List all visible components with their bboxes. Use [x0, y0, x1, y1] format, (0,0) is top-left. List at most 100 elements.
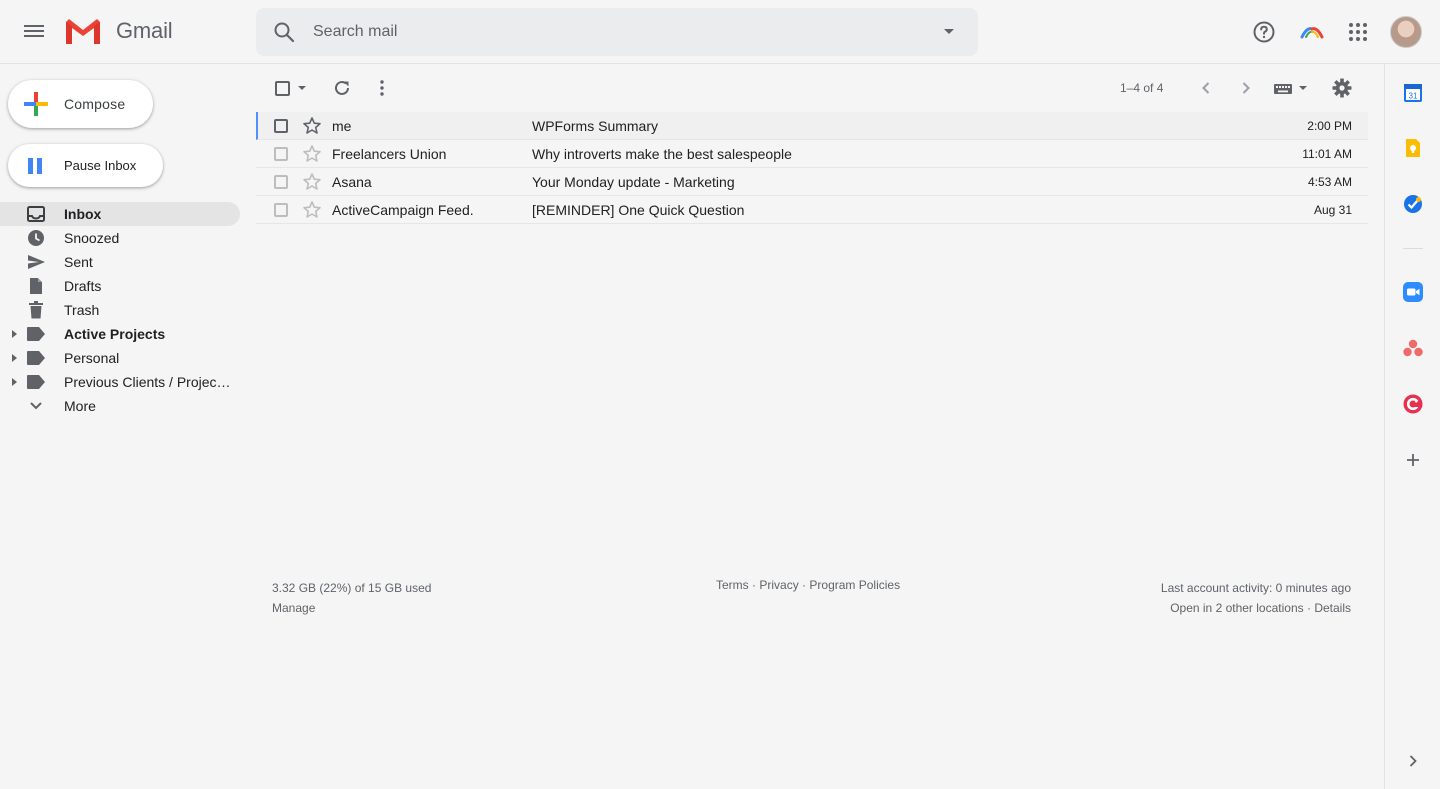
- row-checkbox[interactable]: [274, 175, 288, 189]
- footer-links: Terms · Privacy · Program Policies: [716, 578, 900, 592]
- sidebar-item-snoozed[interactable]: Snoozed: [0, 226, 240, 250]
- sidebar-item-personal[interactable]: Personal: [0, 346, 240, 370]
- sidebar-item-drafts[interactable]: Drafts: [0, 274, 240, 298]
- panel-divider: [1403, 248, 1423, 249]
- star-icon[interactable]: [302, 144, 322, 164]
- search-input[interactable]: Search mail: [313, 23, 397, 41]
- help-icon[interactable]: [1250, 18, 1278, 46]
- sidebar-item-label: Sent: [64, 254, 93, 270]
- email-row[interactable]: me WPForms Summary 2:00 PM: [256, 112, 1368, 140]
- pagination-count[interactable]: 1–4 of 4: [1120, 81, 1163, 95]
- sidebar-item-trash[interactable]: Trash: [0, 298, 240, 322]
- label-icon: [26, 373, 46, 391]
- clockify-icon[interactable]: [1401, 392, 1425, 416]
- email-subject: Why introverts make the best salespeople: [532, 146, 792, 162]
- email-time: 2:00 PM: [1307, 119, 1352, 133]
- draft-icon: [26, 277, 46, 295]
- compose-plus-icon: [24, 92, 48, 116]
- select-all-checkbox[interactable]: [270, 76, 294, 100]
- sidebar-item-more[interactable]: More: [0, 394, 240, 418]
- zoom-icon[interactable]: [1401, 280, 1425, 304]
- app-name: Gmail: [116, 18, 173, 43]
- expand-arrow-icon[interactable]: [12, 378, 17, 386]
- sidebar-item-previous-clients[interactable]: Previous Clients / Projec…: [0, 370, 240, 394]
- email-subject: [REMINDER] One Quick Question: [532, 202, 745, 218]
- email-time: 4:53 AM: [1307, 175, 1352, 189]
- last-activity-text: Last account activity: 0 minutes ago: [1160, 581, 1351, 595]
- send-icon: [26, 253, 46, 271]
- row-checkbox[interactable]: [274, 119, 288, 133]
- clock-icon: [26, 229, 46, 247]
- sidebar-item-active-projects[interactable]: Active Projects: [0, 322, 240, 346]
- list-toolbar: 1–4 of 4: [256, 64, 1384, 112]
- email-sender: Asana: [332, 174, 372, 190]
- sidebar-item-label: Inbox: [64, 206, 102, 222]
- email-time: 11:01 AM: [1302, 147, 1352, 161]
- sidebar-item-label: Snoozed: [64, 230, 120, 246]
- row-checkbox[interactable]: [274, 203, 288, 217]
- top-bar: Gmail Search mail: [0, 0, 1440, 64]
- manage-storage-link[interactable]: Manage: [272, 598, 431, 618]
- details-link[interactable]: Details: [1314, 601, 1351, 615]
- older-page-icon[interactable]: [1234, 76, 1258, 100]
- terms-link[interactable]: Terms: [716, 578, 749, 592]
- compose-label: Compose: [64, 96, 126, 112]
- search-options-icon[interactable]: [944, 29, 954, 34]
- email-row[interactable]: Freelancers Union Why introverts make th…: [256, 140, 1368, 168]
- main-menu-icon[interactable]: [24, 22, 48, 42]
- tasks-icon[interactable]: [1401, 192, 1425, 216]
- gmail-m-icon: [66, 19, 100, 44]
- side-panel: 31: [1384, 64, 1440, 789]
- folder-nav: Inbox Snoozed Sent Drafts Trash Active P…: [0, 202, 256, 418]
- storage-usage: 3.32 GB (22%) of 15 GB used: [272, 581, 432, 595]
- star-icon[interactable]: [302, 172, 322, 192]
- email-row[interactable]: Asana Your Monday update - Marketing 4:5…: [256, 168, 1368, 196]
- privacy-link[interactable]: Privacy: [759, 578, 798, 592]
- select-dropdown-icon[interactable]: [294, 76, 310, 100]
- newer-page-icon[interactable]: [1194, 76, 1218, 100]
- pause-inbox-label: Pause Inbox: [64, 158, 137, 173]
- trash-icon: [26, 301, 46, 319]
- workspace-rainbow-icon[interactable]: [1298, 18, 1326, 46]
- separator: ·: [752, 578, 757, 592]
- program-policies-link[interactable]: Program Policies: [809, 578, 900, 592]
- refresh-icon[interactable]: [330, 76, 354, 100]
- chevron-down-icon: [26, 397, 46, 415]
- sidebar-item-inbox[interactable]: Inbox: [0, 202, 240, 226]
- other-locations-text: Open in 2 other locations: [1170, 601, 1304, 615]
- pause-inbox-button[interactable]: Pause Inbox: [8, 144, 163, 187]
- star-icon[interactable]: [302, 116, 322, 136]
- keep-icon[interactable]: [1401, 136, 1425, 160]
- star-icon[interactable]: [302, 200, 322, 220]
- expand-arrow-icon[interactable]: [12, 330, 17, 338]
- gmail-logo[interactable]: Gmail: [64, 16, 173, 46]
- asana-icon[interactable]: [1401, 336, 1425, 360]
- pause-icon: [28, 157, 44, 174]
- settings-gear-icon[interactable]: [1330, 76, 1354, 100]
- compose-button[interactable]: Compose: [8, 80, 153, 128]
- row-checkbox[interactable]: [274, 147, 288, 161]
- search-icon[interactable]: [272, 20, 296, 44]
- calendar-icon[interactable]: 31: [1401, 80, 1425, 104]
- account-activity: Last account activity: 0 minutes ago Ope…: [1161, 578, 1351, 618]
- sidebar-item-label: Active Projects: [64, 326, 166, 342]
- more-options-icon[interactable]: [370, 76, 394, 100]
- inbox-icon: [26, 205, 46, 223]
- email-time: Aug 31: [1313, 203, 1352, 217]
- add-addon-icon[interactable]: [1401, 448, 1425, 472]
- expand-arrow-icon[interactable]: [12, 354, 17, 362]
- separator: ·: [1306, 601, 1311, 615]
- search-bar[interactable]: Search mail: [256, 8, 978, 56]
- input-tools-keyboard-icon[interactable]: [1272, 76, 1308, 100]
- email-subject: Your Monday update - Marketing: [532, 174, 735, 190]
- email-subject: WPForms Summary: [532, 118, 658, 134]
- sidebar-item-sent[interactable]: Sent: [0, 250, 240, 274]
- account-avatar[interactable]: [1390, 16, 1422, 48]
- email-row[interactable]: ActiveCampaign Feed. [REMINDER] One Quic…: [256, 196, 1368, 224]
- google-apps-icon[interactable]: [1344, 18, 1372, 46]
- sidebar-item-label: Previous Clients / Projec…: [64, 374, 231, 390]
- email-sender: ActiveCampaign Feed.: [332, 202, 474, 218]
- email-list: me WPForms Summary 2:00 PM Freelancers U…: [256, 112, 1368, 224]
- label-icon: [26, 325, 46, 343]
- expand-panel-icon[interactable]: [1401, 749, 1425, 773]
